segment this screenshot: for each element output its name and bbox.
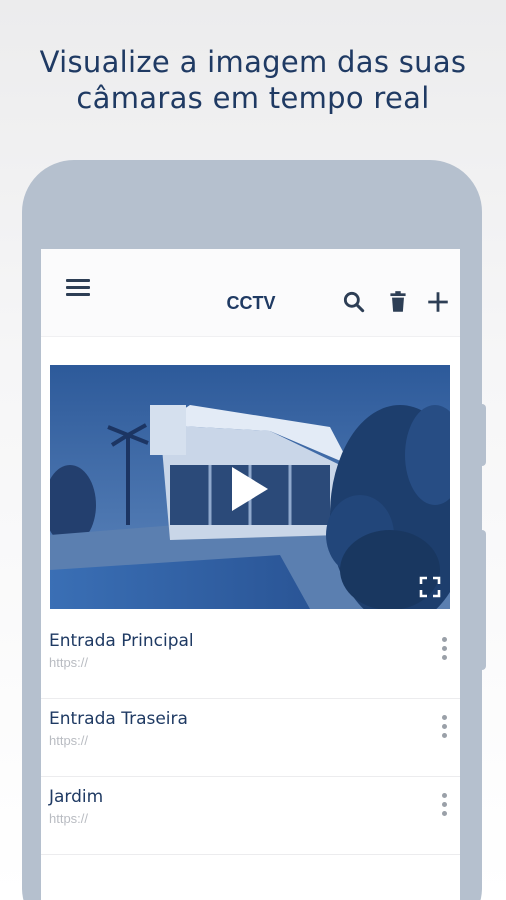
promo-headline: Visualize a imagem das suas câmaras em t… [0, 44, 506, 116]
list-item[interactable]: Jardim https:// [41, 777, 460, 855]
more-options-icon[interactable] [437, 715, 451, 745]
camera-url: https:// [49, 655, 89, 670]
trash-icon[interactable] [385, 289, 411, 315]
camera-name: Jardim [49, 787, 104, 807]
camera-preview[interactable] [50, 365, 450, 609]
phone-side-button [478, 404, 486, 466]
camera-url: https:// [49, 733, 89, 748]
app-screen: CCTV Entrada Principal https:// Entrada … [41, 249, 460, 900]
fullscreen-icon[interactable] [418, 575, 442, 599]
app-bar: CCTV [41, 249, 460, 337]
headline-line-2: câmaras em tempo real [76, 81, 430, 115]
list-item[interactable]: Entrada Principal https:// [41, 621, 460, 699]
camera-url: https:// [49, 811, 89, 826]
more-options-icon[interactable] [437, 793, 451, 823]
app-title: CCTV [226, 293, 276, 313]
play-icon[interactable] [220, 461, 276, 517]
list-item[interactable]: Entrada Traseira https:// [41, 699, 460, 777]
camera-name: Entrada Traseira [49, 709, 188, 729]
phone-side-button [478, 530, 486, 670]
plus-icon[interactable] [425, 289, 451, 315]
menu-icon[interactable] [66, 279, 90, 297]
search-icon[interactable] [341, 289, 367, 315]
more-options-icon[interactable] [437, 637, 451, 667]
camera-name: Entrada Principal [49, 631, 194, 651]
headline-line-1: Visualize a imagem das suas [39, 45, 467, 79]
